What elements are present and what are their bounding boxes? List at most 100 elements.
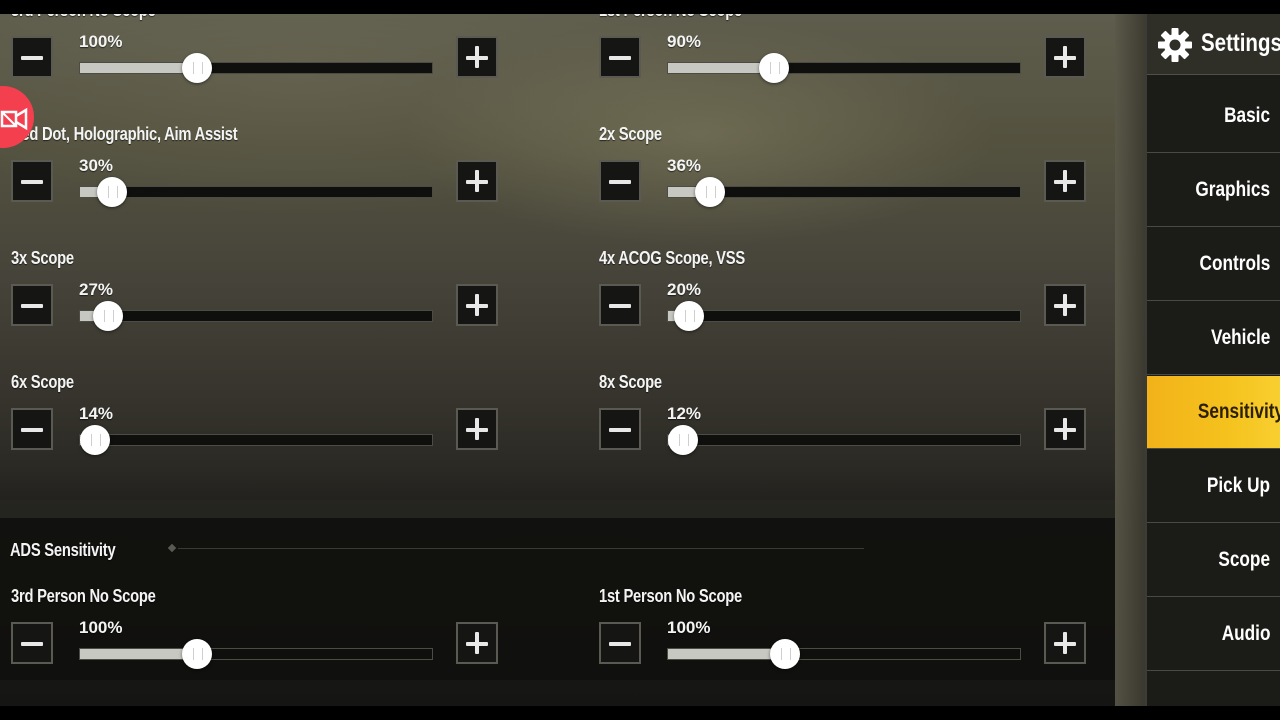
sidebar-item-label: Pick Up <box>1206 474 1270 497</box>
plus-icon <box>475 170 479 192</box>
slider-label: 4x ACOG Scope, VSS <box>599 248 745 268</box>
top-letterbox <box>0 0 1280 14</box>
minus-icon <box>609 56 631 60</box>
slider-value: 12% <box>667 404 702 423</box>
slider-value: 100% <box>667 618 711 637</box>
increase-button[interactable] <box>456 160 498 202</box>
slider-label: 3rd Person No Scope <box>11 586 156 606</box>
plus-icon <box>1063 170 1067 192</box>
plus-icon <box>1063 632 1067 654</box>
slider-handle[interactable] <box>96 177 127 207</box>
sidebar-item-label: Vehicle <box>1210 326 1270 349</box>
settings-header: Settings <box>1147 14 1280 75</box>
sidebar-item-label: Basic <box>1224 104 1270 127</box>
decrease-button[interactable] <box>599 160 641 202</box>
increase-button[interactable] <box>1044 36 1086 78</box>
slider-value: 36% <box>667 156 702 175</box>
slider-handle[interactable] <box>769 639 800 669</box>
sidebar-item-vehicle[interactable]: Vehicle <box>1147 302 1280 375</box>
sensitivity-slider[interactable] <box>79 177 433 207</box>
slider-fill <box>80 63 197 73</box>
sensitivity-slider[interactable] <box>79 425 433 455</box>
plus-icon <box>475 46 479 68</box>
decrease-button[interactable] <box>599 36 641 78</box>
slider-label: 6x Scope <box>11 372 74 392</box>
minus-icon <box>21 642 43 646</box>
increase-button[interactable] <box>456 622 498 664</box>
increase-button[interactable] <box>456 284 498 326</box>
decrease-button[interactable] <box>599 284 641 326</box>
decrease-button[interactable] <box>599 622 641 664</box>
sidebar-item-graphics[interactable]: Graphics <box>1147 154 1280 227</box>
slider-handle[interactable] <box>759 53 790 83</box>
increase-button[interactable] <box>456 408 498 450</box>
sidebar-item-scope[interactable]: Scope <box>1147 524 1280 597</box>
sidebar-item-pick-up[interactable]: Pick Up <box>1147 450 1280 523</box>
slider-handle[interactable] <box>181 53 212 83</box>
sidebar-item-label: Audio <box>1221 622 1270 645</box>
slider-value: 100% <box>79 32 123 51</box>
sidebar-item-label: Controls <box>1199 252 1270 275</box>
minus-icon <box>21 428 43 432</box>
sensitivity-slider[interactable] <box>667 301 1021 331</box>
sidebar-item-audio[interactable]: Audio <box>1147 598 1280 671</box>
sensitivity-slider[interactable] <box>667 425 1021 455</box>
slider-fill <box>80 649 197 659</box>
minus-icon <box>21 304 43 308</box>
sidebar-item-label: Scope <box>1218 548 1270 571</box>
minus-icon <box>609 428 631 432</box>
slider-value: 90% <box>667 32 702 51</box>
decrease-button[interactable] <box>11 284 53 326</box>
plus-icon <box>1063 294 1067 316</box>
bottom-letterbox <box>0 706 1280 720</box>
slider-handle[interactable] <box>668 425 698 455</box>
slider-label: 2x Scope <box>599 124 662 144</box>
decrease-button[interactable] <box>11 622 53 664</box>
increase-button[interactable] <box>456 36 498 78</box>
slider-fill <box>668 649 785 659</box>
slider-label: 3x Scope <box>11 248 74 268</box>
scroll-edge <box>1115 14 1145 706</box>
increase-button[interactable] <box>1044 284 1086 326</box>
slider-label: 8x Scope <box>599 372 662 392</box>
sensitivity-slider[interactable] <box>79 301 433 331</box>
section-divider <box>0 500 1115 518</box>
plus-icon <box>1063 418 1067 440</box>
decrease-button[interactable] <box>11 408 53 450</box>
minus-icon <box>609 304 631 308</box>
slider-handle[interactable] <box>181 639 212 669</box>
slider-value: 100% <box>79 618 123 637</box>
slider-label: Red Dot, Holographic, Aim Assist <box>11 124 238 144</box>
slider-value: 30% <box>79 156 114 175</box>
sensitivity-slider[interactable] <box>667 639 1021 669</box>
plus-icon <box>475 294 479 316</box>
settings-sidebar: Settings Basic Graphics Controls Vehicle Sen… <box>1145 14 1280 706</box>
settings-title: Settings <box>1201 29 1280 57</box>
decrease-button[interactable] <box>11 160 53 202</box>
minus-icon <box>609 180 631 184</box>
screen-record-button[interactable] <box>0 86 34 148</box>
sensitivity-slider[interactable] <box>667 53 1021 83</box>
sidebar-item-label: Graphics <box>1195 178 1270 201</box>
sidebar-item-label: Sensitivity <box>1197 400 1280 423</box>
sensitivity-slider[interactable] <box>79 639 433 669</box>
sidebar-item-sensitivity[interactable]: Sensitivity <box>1147 376 1280 449</box>
sidebar-item-controls[interactable]: Controls <box>1147 228 1280 301</box>
gear-icon <box>1158 28 1192 62</box>
increase-button[interactable] <box>1044 408 1086 450</box>
slider-label: 1st Person No Scope <box>599 586 742 606</box>
minus-icon <box>609 642 631 646</box>
decrease-button[interactable] <box>11 36 53 78</box>
sidebar-item-basic[interactable]: Basic <box>1147 80 1280 153</box>
slider-handle[interactable] <box>80 425 110 455</box>
increase-button[interactable] <box>1044 160 1086 202</box>
minus-icon <box>21 180 43 184</box>
ads-section-title: ADS Sensitivity <box>10 540 116 560</box>
increase-button[interactable] <box>1044 622 1086 664</box>
sensitivity-slider[interactable] <box>79 53 433 83</box>
section-rule <box>178 548 864 549</box>
plus-icon <box>1063 46 1067 68</box>
sensitivity-slider[interactable] <box>667 177 1021 207</box>
slider-value: 20% <box>667 280 702 299</box>
decrease-button[interactable] <box>599 408 641 450</box>
